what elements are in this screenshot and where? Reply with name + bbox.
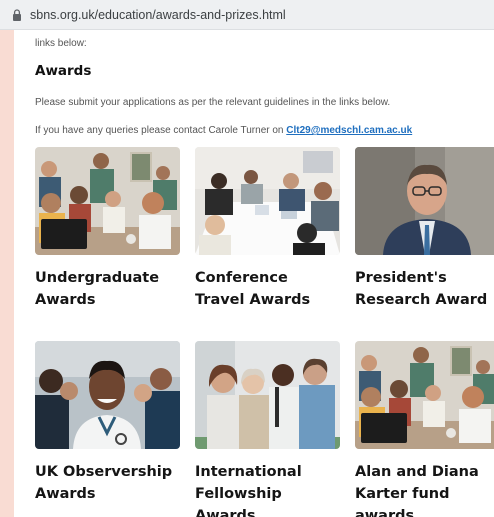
- card-alan-and-diana-karter-fund-awards[interactable]: Alan and Diana Karter fund awards: [355, 341, 494, 517]
- card-title[interactable]: President's Research Award: [355, 267, 494, 311]
- awards-heading: Awards: [35, 63, 92, 79]
- card-title[interactable]: Alan and Diana Karter fund awards: [355, 461, 494, 517]
- students-group-photo: [35, 147, 180, 255]
- students-group-photo: [355, 341, 494, 449]
- fellows-group-photo: [195, 341, 340, 449]
- url-text[interactable]: sbns.org.uk/education/awards-and-prizes.…: [30, 8, 286, 22]
- card-conference-travel-awards[interactable]: Conference Travel Awards: [195, 147, 340, 311]
- president-portrait-photo: [355, 147, 494, 255]
- card-undergraduate-awards[interactable]: Undergraduate Awards: [35, 147, 180, 311]
- card-image[interactable]: [195, 341, 340, 449]
- card-title[interactable]: Undergraduate Awards: [35, 267, 185, 311]
- lock-icon: [13, 8, 21, 21]
- card-title[interactable]: UK Observership Awards: [35, 461, 185, 505]
- intro-text: links below:: [35, 38, 87, 49]
- card-title[interactable]: International Fellowship Awards: [195, 461, 345, 517]
- contact-prefix: If you have any queries please contact C…: [35, 125, 287, 136]
- conference-meeting-photo: [195, 147, 340, 255]
- card-international-fellowship-awards[interactable]: International Fellowship Awards: [195, 341, 340, 517]
- contact-text: If you have any queries please contact C…: [35, 125, 412, 136]
- medical-staff-photo: [35, 341, 180, 449]
- submission-guidelines-text: Please submit your applications as per t…: [35, 97, 391, 108]
- card-title[interactable]: Conference Travel Awards: [195, 267, 345, 311]
- card-image[interactable]: [355, 341, 494, 449]
- page-content: links below: Awards Please submit your a…: [14, 30, 494, 517]
- card-presidents-research-award[interactable]: President's Research Award: [355, 147, 494, 311]
- address-bar[interactable]: sbns.org.uk/education/awards-and-prizes.…: [0, 0, 494, 30]
- card-image[interactable]: [195, 147, 340, 255]
- card-image[interactable]: [35, 147, 180, 255]
- card-uk-observership-awards[interactable]: UK Observership Awards: [35, 341, 180, 505]
- card-image[interactable]: [35, 341, 180, 449]
- contact-email-link[interactable]: Clt29@medschl.cam.ac.uk: [286, 125, 412, 136]
- card-image[interactable]: [355, 147, 494, 255]
